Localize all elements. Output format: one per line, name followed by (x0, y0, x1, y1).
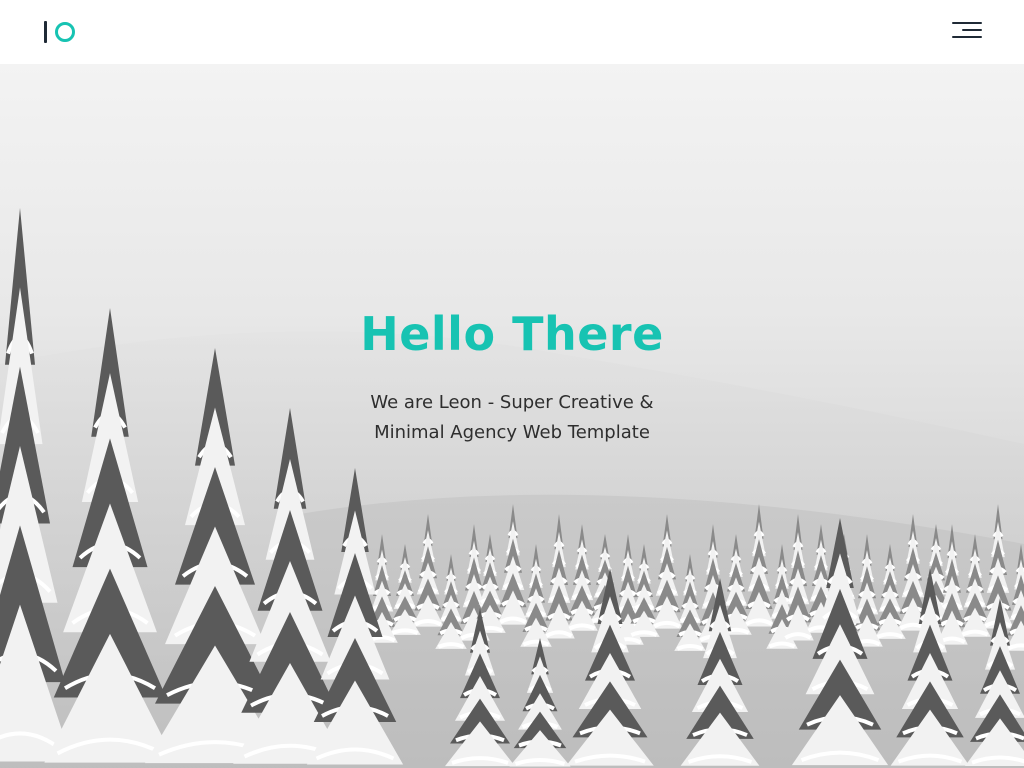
menu-line (952, 22, 982, 24)
logo-icon[interactable] (44, 20, 80, 44)
hero-content: Hello There We are Leon - Super Creative… (0, 304, 1024, 448)
site-header (0, 0, 1024, 64)
logo-ring (55, 22, 75, 42)
hero-subtitle-line: Minimal Agency Web Template (374, 422, 650, 443)
hero-subtitle-line: We are Leon - Super Creative & (370, 392, 654, 413)
menu-line (962, 29, 982, 31)
logo-bar (44, 21, 47, 43)
hero-subtitle: We are Leon - Super Creative & Minimal A… (0, 388, 1024, 448)
hamburger-menu-icon[interactable] (950, 20, 984, 40)
hero-title: Hello There (360, 307, 664, 361)
menu-line (952, 36, 982, 38)
hero-section: Hello There We are Leon - Super Creative… (0, 64, 1024, 768)
